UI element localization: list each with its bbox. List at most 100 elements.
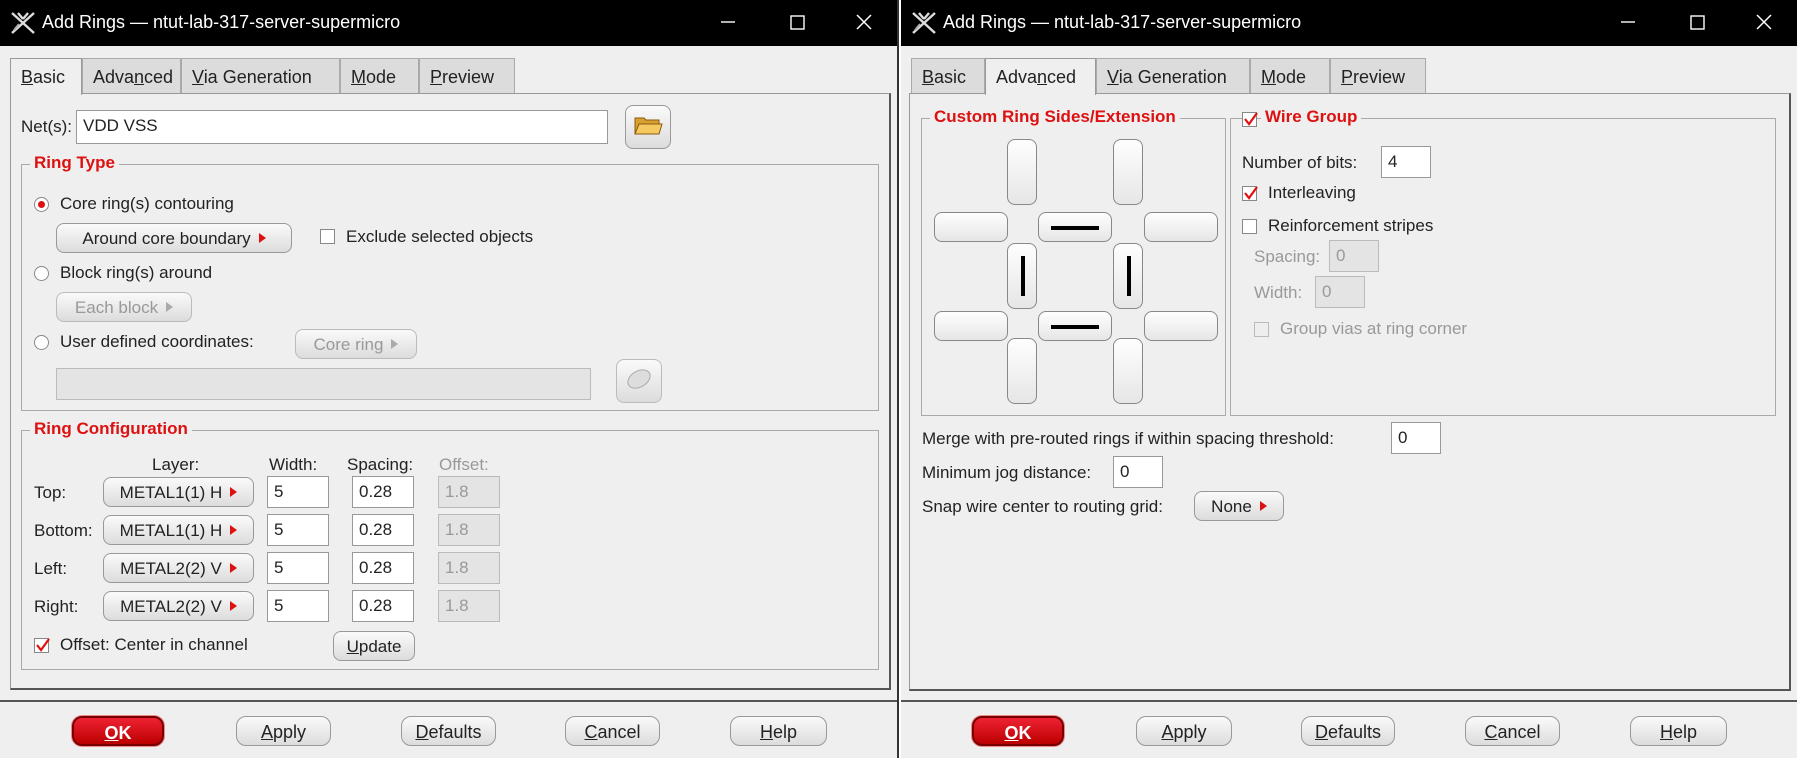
bottom-side-toggle[interactable]	[1038, 311, 1112, 341]
tab-preview[interactable]: Preview	[419, 58, 515, 94]
reinforcement-spacing-input[interactable]: 0	[1329, 240, 1379, 272]
layer-header: Layer:	[152, 455, 200, 474]
left-top-extension-toggle[interactable]	[934, 212, 1008, 242]
tab-mode[interactable]: Mode	[340, 58, 419, 94]
cancel-button[interactable]: Cancel	[565, 716, 660, 746]
left-side-toggle[interactable]	[1007, 243, 1037, 309]
left-width-input[interactable]: 5	[267, 552, 329, 584]
button-separator	[0, 700, 897, 702]
right-top-extension-toggle[interactable]	[1144, 212, 1218, 242]
top-right-extension-toggle[interactable]	[1113, 139, 1143, 205]
block-rings-radio[interactable]	[34, 266, 49, 281]
number-of-bits-input[interactable]: 4	[1381, 146, 1431, 178]
top-spacing-input[interactable]: 0.28	[352, 476, 414, 508]
around-core-boundary-button[interactable]: Around core boundary	[56, 223, 292, 253]
close-icon	[1756, 14, 1772, 30]
interleaving-label: Interleaving	[1268, 183, 1356, 202]
top-offset-input[interactable]: 1.8	[438, 476, 500, 508]
top-width-input[interactable]: 5	[267, 476, 329, 508]
user-coordinates-label: User defined coordinates:	[60, 332, 254, 351]
minimize-button[interactable]	[1597, 0, 1657, 46]
tab-advanced[interactable]: Advanced	[82, 58, 181, 94]
right-spacing-input[interactable]: 0.28	[352, 590, 414, 622]
min-jog-distance-input[interactable]: 0	[1113, 456, 1163, 488]
spacing-header: Spacing:	[347, 455, 414, 474]
maximize-button[interactable]	[1667, 0, 1727, 46]
apply-button[interactable]: Apply	[236, 716, 331, 746]
update-button[interactable]: Update	[333, 631, 415, 661]
draw-coordinates-button[interactable]	[616, 359, 662, 403]
tab-via-generation[interactable]: Via Generation	[1096, 58, 1250, 94]
minimize-button[interactable]	[697, 0, 757, 46]
tab-via-generation[interactable]: Via Generation	[181, 58, 340, 94]
right-offset-input[interactable]: 1.8	[438, 590, 500, 622]
top-left-extension-toggle[interactable]	[1007, 139, 1037, 205]
snap-routing-grid-button[interactable]: None	[1194, 491, 1284, 521]
user-coordinates-radio[interactable]	[34, 335, 49, 350]
tab-mode[interactable]: Mode	[1250, 58, 1330, 94]
bottom-left-extension-toggle[interactable]	[1007, 338, 1037, 404]
min-jog-distance-label: Minimum jog distance:	[922, 463, 1092, 482]
exclude-selected-checkbox[interactable]	[320, 229, 335, 244]
merge-threshold-input[interactable]: 0	[1391, 422, 1441, 454]
basic-tab-panel: Net(s): VDD VSS Ring Type Core ring(s) c…	[10, 93, 891, 690]
each-block-button[interactable]: Each block	[56, 292, 192, 322]
left-spacing-input[interactable]: 0.28	[352, 552, 414, 584]
wire-group-checkbox[interactable]	[1242, 112, 1258, 127]
core-ring-button[interactable]: Core ring	[295, 329, 417, 359]
group-vias-checkbox[interactable]	[1254, 322, 1269, 337]
right-bottom-extension-toggle[interactable]	[1144, 311, 1218, 341]
defaults-button[interactable]: Defaults	[1301, 716, 1395, 746]
title-bar[interactable]: Add Rings — ntut-lab-317-server-supermic…	[0, 0, 897, 46]
bottom-offset-input[interactable]: 1.8	[438, 514, 500, 546]
right-width-input[interactable]: 5	[267, 590, 329, 622]
bottom-spacing-input[interactable]: 0.28	[352, 514, 414, 546]
bottom-width-input[interactable]: 5	[267, 514, 329, 546]
nets-input[interactable]: VDD VSS	[76, 110, 608, 144]
left-offset-input[interactable]: 1.8	[438, 552, 500, 584]
offset-center-checkbox[interactable]	[34, 638, 50, 653]
block-rings-label: Block ring(s) around	[60, 263, 213, 282]
right-side-toggle[interactable]	[1113, 243, 1143, 309]
add-rings-window-basic: Add Rings — ntut-lab-317-server-supermic…	[0, 0, 899, 758]
help-button[interactable]: Help	[730, 716, 827, 746]
bottom-layer-button[interactable]: METAL1(1) H	[103, 515, 254, 545]
ok-button[interactable]: OK	[72, 716, 164, 746]
top-side-toggle[interactable]	[1038, 212, 1112, 242]
left-layer-button[interactable]: METAL2(2) V	[103, 553, 254, 583]
right-layer-button[interactable]: METAL2(2) V	[103, 591, 254, 621]
core-rings-radio[interactable]	[34, 197, 49, 212]
browse-nets-button[interactable]	[625, 105, 671, 149]
maximize-button[interactable]	[767, 0, 827, 46]
coordinates-input[interactable]	[56, 368, 591, 400]
tab-advanced[interactable]: Advanced	[985, 58, 1096, 95]
wire-group-title: Wire Group	[1261, 107, 1362, 127]
custom-ring-sides-title: Custom Ring Sides/Extension	[930, 107, 1180, 127]
cancel-button[interactable]: Cancel	[1465, 716, 1560, 746]
tab-basic[interactable]: Basic	[10, 58, 82, 95]
custom-ring-sides-group: Custom Ring Sides/Extension	[921, 107, 1226, 416]
interleaving-checkbox[interactable]	[1242, 186, 1258, 201]
help-button[interactable]: Help	[1630, 716, 1727, 746]
defaults-button[interactable]: Defaults	[401, 716, 496, 746]
top-layer-button[interactable]: METAL1(1) H	[103, 477, 254, 507]
window-title: Add Rings — ntut-lab-317-server-supermic…	[42, 12, 401, 32]
close-button[interactable]	[833, 0, 893, 46]
close-button[interactable]	[1733, 0, 1793, 46]
ring-configuration-group: Ring Configuration Layer: Width: Spacing…	[21, 419, 879, 670]
core-rings-label: Core ring(s) contouring	[60, 194, 234, 213]
reinforcement-stripes-checkbox[interactable]	[1242, 219, 1257, 234]
offset-center-label: Offset: Center in channel	[60, 635, 248, 654]
ok-button[interactable]: OK	[972, 716, 1064, 746]
width-header: Width:	[269, 455, 318, 474]
tab-preview[interactable]: Preview	[1330, 58, 1426, 94]
title-bar[interactable]: Add Rings — ntut-lab-317-server-supermic…	[901, 0, 1797, 46]
apply-button[interactable]: Apply	[1136, 716, 1232, 746]
menu-arrow-icon	[229, 601, 237, 611]
number-of-bits-label: Number of bits:	[1242, 153, 1358, 172]
tab-basic[interactable]: Basic	[911, 58, 985, 94]
bottom-right-extension-toggle[interactable]	[1113, 338, 1143, 404]
reinforcement-width-input[interactable]: 0	[1315, 276, 1365, 308]
left-bottom-extension-toggle[interactable]	[934, 311, 1008, 341]
menu-arrow-icon	[1259, 501, 1267, 511]
